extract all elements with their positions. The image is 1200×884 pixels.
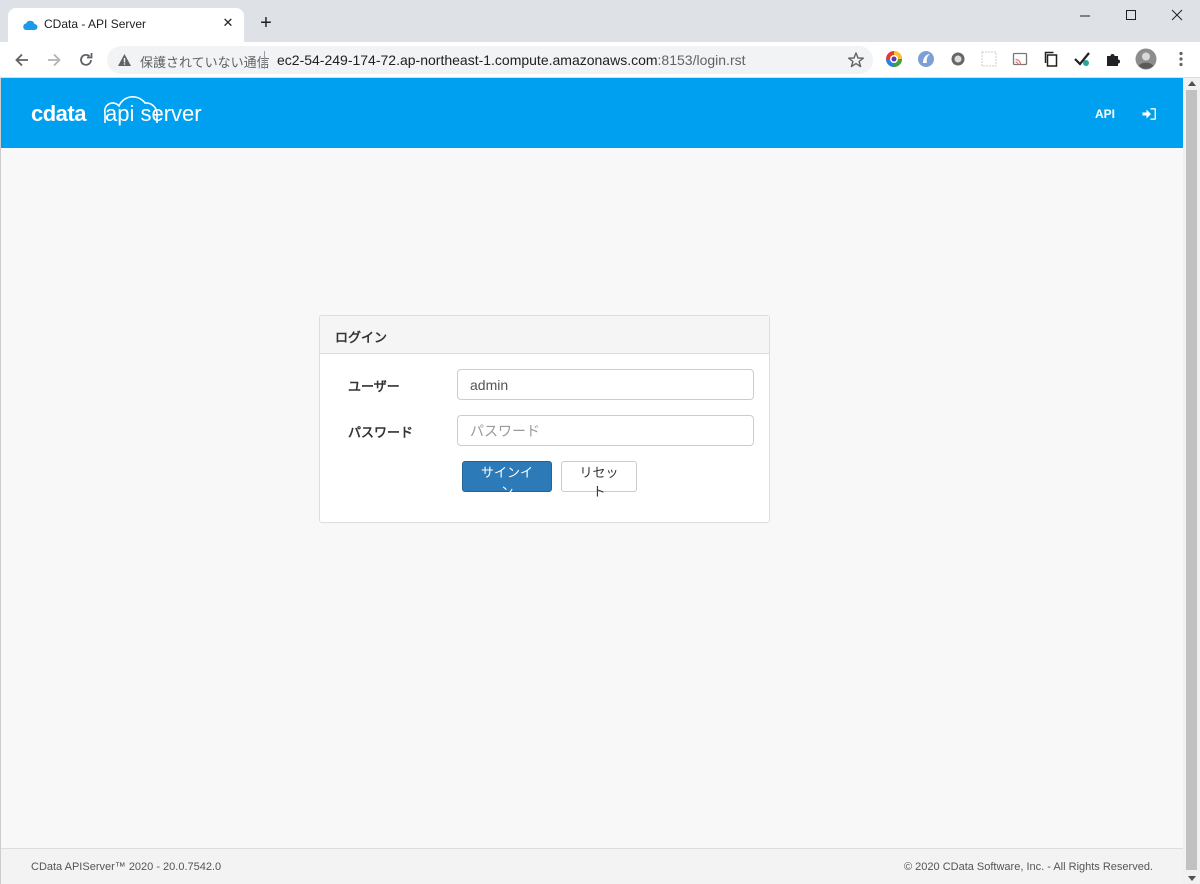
reload-icon[interactable]	[76, 50, 96, 70]
brand-product: api server	[105, 101, 202, 126]
browser-tab[interactable]: CData - API Server ✕	[8, 8, 244, 42]
edge-icon[interactable]	[917, 50, 935, 68]
window-close-icon[interactable]	[1162, 6, 1192, 26]
grid-icon[interactable]	[980, 50, 998, 68]
reset-button[interactable]: リセット	[561, 461, 637, 500]
api-link[interactable]: API	[1095, 107, 1115, 121]
color-wheel-icon[interactable]	[885, 50, 903, 68]
login-panel: ログイン ユーザー パスワード サインイン リセット	[319, 315, 770, 523]
vertical-scrollbar[interactable]	[1183, 78, 1200, 884]
warning-icon	[118, 54, 131, 66]
url-host: ec2-54-249-174-72.ap-northeast-1.compute…	[277, 52, 658, 68]
cloud-favicon-icon	[23, 20, 38, 30]
url-text[interactable]: ec2-54-249-174-72.ap-northeast-1.compute…	[277, 52, 746, 68]
url-path: :8153/login.rst	[657, 52, 746, 68]
cast-icon[interactable]	[1011, 50, 1029, 68]
copyright-text: © 2020 CData Software, Inc. - All Rights…	[904, 861, 1153, 873]
scroll-up-icon[interactable]	[1188, 81, 1196, 86]
profile-avatar[interactable]	[1135, 48, 1157, 70]
tab-close-icon[interactable]: ✕	[220, 16, 236, 32]
sign-in-icon[interactable]	[1142, 108, 1156, 120]
page-footer: CData APIServer™ 2020 - 20.0.7542.0 © 20…	[1, 848, 1183, 884]
more-menu-icon[interactable]	[1172, 50, 1190, 68]
login-panel-title: ログイン	[320, 316, 769, 354]
page-viewport: cdata api server API ログイン ユーザー パスワード サイン…	[0, 78, 1183, 884]
copy-icon[interactable]	[1042, 50, 1060, 68]
maximize-icon[interactable]	[1116, 6, 1146, 26]
bookmark-star-icon[interactable]	[847, 51, 865, 69]
version-text: CData APIServer™ 2020 - 20.0.7542.0	[31, 861, 222, 873]
password-input[interactable]	[457, 415, 754, 446]
circle-icon[interactable]	[949, 50, 967, 68]
browser-tabstrip: CData - API Server ✕ +	[0, 0, 1200, 42]
back-arrow-icon[interactable]	[12, 50, 32, 70]
minimize-icon[interactable]	[1070, 6, 1100, 26]
address-bar[interactable]: 保護されていない通信 ec2-54-249-174-72.ap-northeas…	[107, 46, 873, 74]
not-secure-label[interactable]: 保護されていない通信	[140, 52, 270, 71]
check-icon[interactable]	[1073, 50, 1091, 68]
scroll-down-icon[interactable]	[1188, 876, 1196, 881]
tab-title: CData - API Server	[44, 17, 147, 31]
browser-toolbar: 保護されていない通信 ec2-54-249-174-72.ap-northeas…	[0, 42, 1200, 78]
password-label: パスワード	[348, 426, 414, 441]
brand-cdata: cdata	[31, 101, 86, 126]
username-input[interactable]	[457, 369, 754, 400]
url-separator	[264, 51, 265, 69]
scrollbar-thumb[interactable]	[1186, 90, 1197, 870]
new-tab-button[interactable]: +	[256, 13, 276, 33]
puzzle-icon[interactable]	[1104, 50, 1122, 68]
sign-in-button[interactable]: サインイン	[462, 461, 552, 500]
forward-arrow-icon[interactable]	[44, 50, 64, 70]
user-label: ユーザー	[348, 380, 400, 395]
app-header: cdata api server API	[1, 78, 1183, 148]
